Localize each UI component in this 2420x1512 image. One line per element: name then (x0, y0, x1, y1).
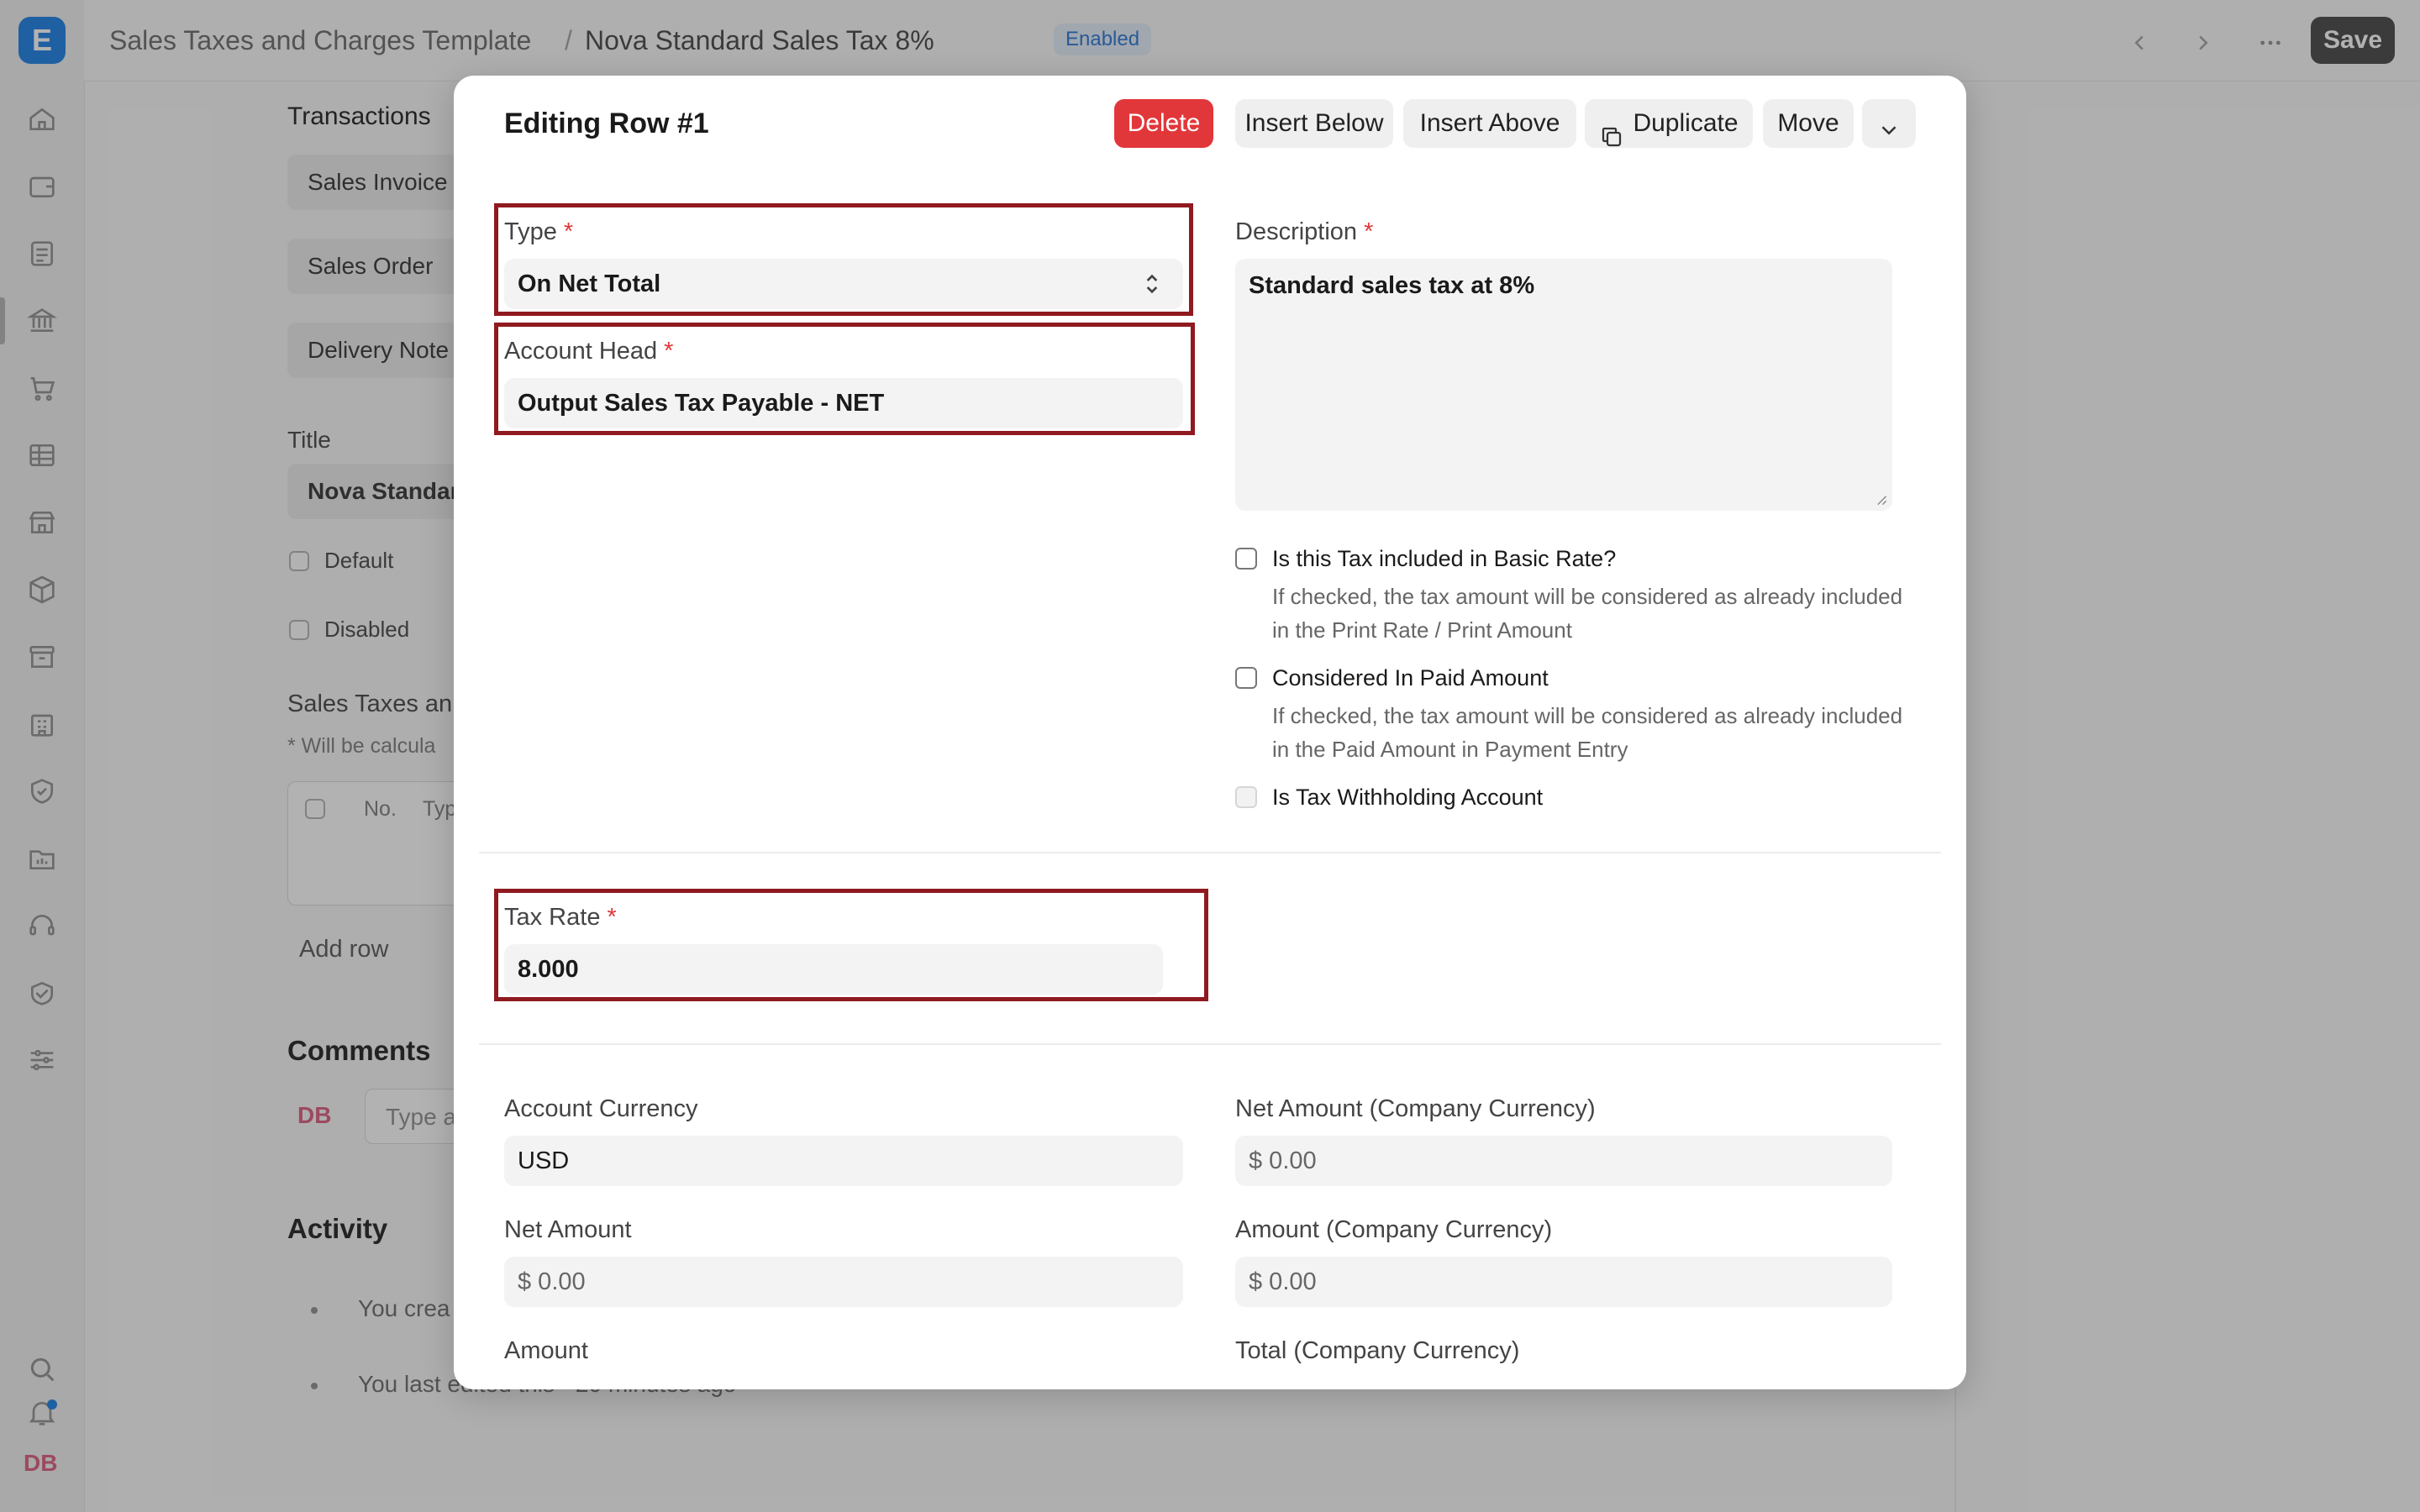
tax-withholding-checkbox (1235, 786, 1257, 808)
duplicate-row-button[interactable]: Duplicate (1585, 99, 1753, 148)
edit-row-dialog: Editing Row #1 Delete Insert Below Inser… (454, 76, 1966, 1389)
amount-company-input: $ 0.00 (1235, 1257, 1892, 1307)
account-currency-input[interactable]: USD (504, 1136, 1183, 1186)
tax-rate-input[interactable]: 8.000 (504, 944, 1163, 995)
dialog-title: Editing Row #1 (504, 108, 709, 139)
description-label: Description * (1235, 218, 1374, 245)
account-head-label: Account Head * (504, 338, 674, 365)
account-currency-label: Account Currency (504, 1095, 698, 1122)
amount-company-label: Amount (Company Currency) (1235, 1216, 1553, 1243)
amount-label: Amount (504, 1337, 588, 1364)
tax-included-label: Is this Tax included in Basic Rate? (1272, 546, 1617, 571)
dialog-collapse-button[interactable] (1862, 99, 1916, 148)
tax-rate-label: Tax Rate * (504, 904, 617, 931)
select-arrows-icon (1146, 274, 1158, 294)
move-row-button[interactable]: Move (1763, 99, 1854, 148)
paid-amount-help: If checked, the tax amount will be consi… (1272, 703, 1903, 762)
insert-above-button[interactable]: Insert Above (1403, 99, 1576, 148)
tax-included-checkbox[interactable] (1235, 548, 1257, 570)
account-head-input[interactable]: Output Sales Tax Payable - NET (504, 378, 1183, 428)
resize-grip-icon[interactable] (1876, 494, 1887, 506)
net-amount-company-label: Net Amount (Company Currency) (1235, 1095, 1596, 1122)
delete-row-button[interactable]: Delete (1114, 99, 1213, 148)
net-amount-input: $ 0.00 (504, 1257, 1183, 1307)
net-amount-label: Net Amount (504, 1216, 632, 1243)
type-select[interactable]: On Net Total (504, 259, 1183, 309)
insert-below-button[interactable]: Insert Below (1235, 99, 1393, 148)
type-label: Type * (504, 218, 574, 245)
tax-included-help: If checked, the tax amount will be consi… (1272, 584, 1903, 643)
description-textarea[interactable]: Standard sales tax at 8% (1235, 259, 1892, 511)
copy-icon (1599, 112, 1624, 147)
section-divider (479, 852, 1941, 853)
chevron-down-icon (1881, 126, 1897, 135)
duplicate-label: Duplicate (1633, 109, 1739, 137)
net-amount-company-input: $ 0.00 (1235, 1136, 1892, 1186)
section-divider (479, 1043, 1941, 1045)
tax-withholding-label: Is Tax Withholding Account (1272, 785, 1544, 810)
paid-amount-checkbox[interactable] (1235, 667, 1257, 689)
paid-amount-label: Considered In Paid Amount (1272, 665, 1549, 690)
total-company-label: Total (Company Currency) (1235, 1337, 1520, 1364)
